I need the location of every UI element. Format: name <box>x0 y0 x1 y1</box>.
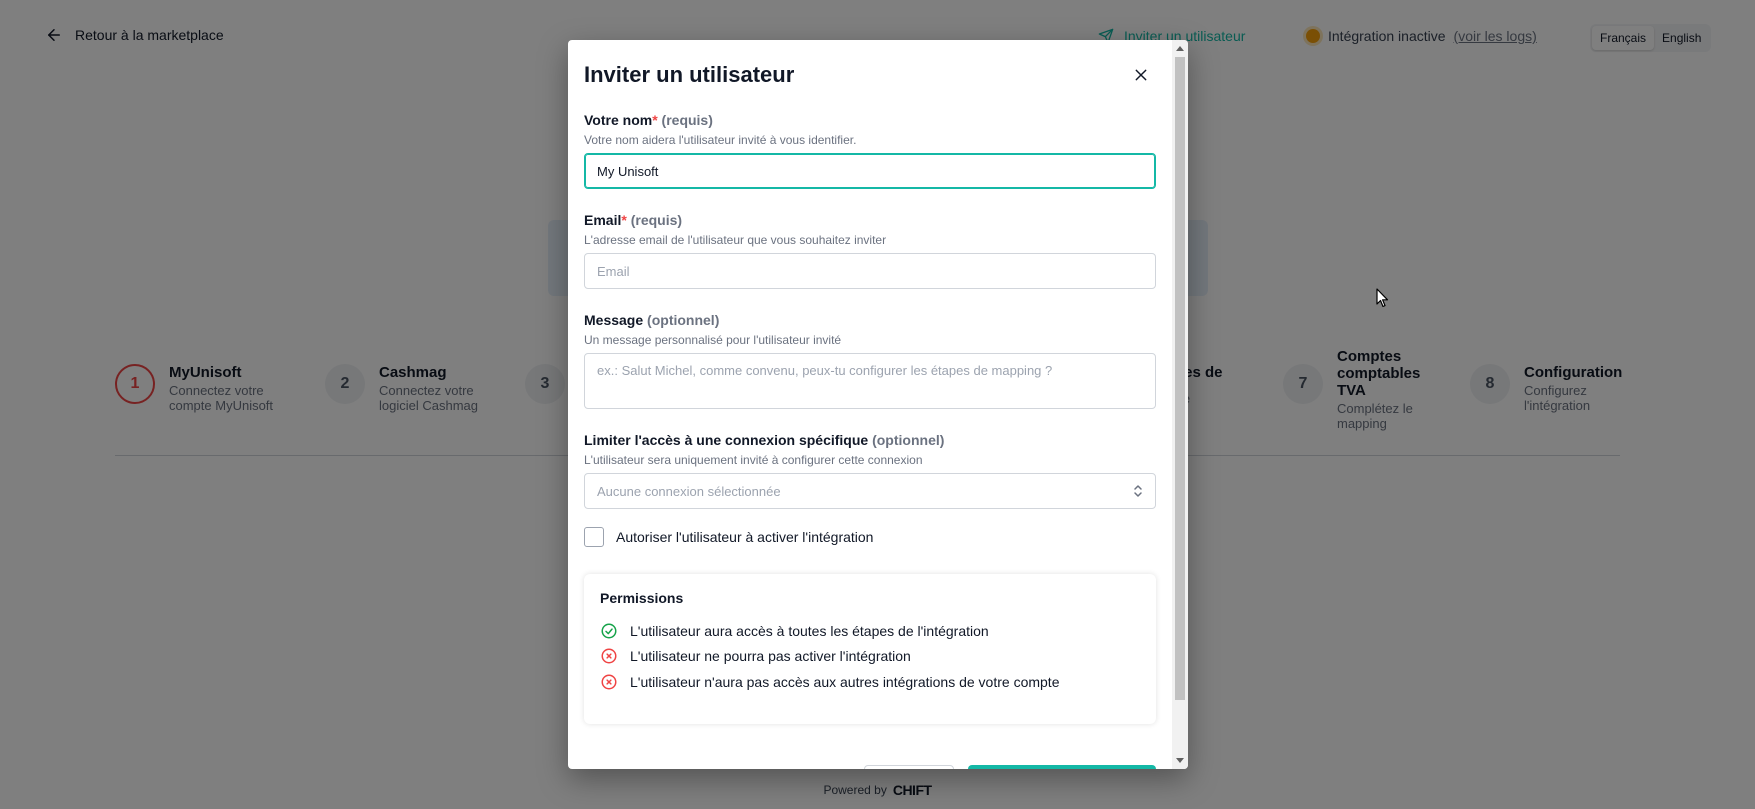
x-circle-icon <box>601 674 617 690</box>
connection-field-help: L'utilisateur sera uniquement invité à c… <box>584 453 923 467</box>
email-field-label: Email* (requis) <box>584 212 1156 228</box>
email-field: Email* (requis) L'adresse email de l'uti… <box>584 212 1156 289</box>
optional-note: (optionnel) <box>872 432 945 448</box>
permissions-card: Permissions L'utilisateur aura accès à t… <box>584 574 1156 724</box>
activate-integration-option: Autoriser l'utilisateur à activer l'inté… <box>584 527 873 547</box>
check-circle-icon <box>601 623 617 639</box>
modal-scrollbar[interactable] <box>1172 40 1188 769</box>
permission-text: L'utilisateur ne pourra pas activer l'in… <box>630 648 911 665</box>
name-field: Votre nom* (requis) Votre nom aidera l'u… <box>584 112 1156 189</box>
permission-text: L'utilisateur n'aura pas accès aux autre… <box>630 673 1060 690</box>
required-note: (requis) <box>630 212 683 228</box>
permission-item: L'utilisateur n'aura pas accès aux autre… <box>600 669 1140 695</box>
x-circle-icon <box>601 648 617 664</box>
connection-field: Limiter l'accès à une connexion spécifiq… <box>584 432 1156 509</box>
close-button[interactable] <box>1130 64 1152 86</box>
permission-text: L'utilisateur aura accès à toutes les ét… <box>630 622 989 639</box>
required-star: * <box>621 212 627 228</box>
mouse-cursor-icon <box>1376 288 1389 308</box>
permission-item: L'utilisateur ne pourra pas activer l'in… <box>600 644 1140 670</box>
connection-select-value: Aucune connexion sélectionnée <box>597 483 781 499</box>
message-field-help: Un message personnalisé pour l'utilisate… <box>584 333 842 347</box>
connection-select[interactable]: Aucune connexion sélectionnée <box>584 473 1156 509</box>
required-note: (requis) <box>661 112 713 128</box>
activate-integration-label[interactable]: Autoriser l'utilisateur à activer l'inté… <box>616 529 873 545</box>
scroll-thumb[interactable] <box>1175 57 1185 700</box>
permissions-title: Permissions <box>600 590 684 606</box>
chevron-up-down-icon <box>1134 485 1142 497</box>
cancel-button[interactable] <box>864 765 954 769</box>
required-star: * <box>652 112 658 128</box>
email-input[interactable] <box>584 253 1156 289</box>
name-field-help: Votre nom aidera l'utilisateur invité à … <box>584 133 857 147</box>
permissions-list: L'utilisateur aura accès à toutes les ét… <box>600 618 1140 695</box>
name-input[interactable] <box>584 153 1156 189</box>
modal-title: Inviter un utilisateur <box>584 62 795 87</box>
message-textarea[interactable] <box>584 353 1156 409</box>
optional-note: (optionnel) <box>647 312 720 328</box>
modal-content: Inviter un utilisateur Votre nom* (requi… <box>568 40 1172 769</box>
message-field-label: Message (optionnel) <box>584 312 1156 328</box>
message-label-text: Message <box>584 312 644 328</box>
connection-field-label: Limiter l'accès à une connexion spécifiq… <box>584 432 1156 448</box>
scroll-down-arrow-icon[interactable] <box>1176 758 1184 763</box>
scroll-up-arrow-icon[interactable] <box>1176 46 1184 51</box>
name-label-text: Votre nom <box>584 112 653 128</box>
send-invitation-button[interactable] <box>968 765 1156 769</box>
activate-integration-checkbox[interactable] <box>584 527 604 547</box>
invite-user-modal: Inviter un utilisateur Votre nom* (requi… <box>568 40 1188 769</box>
connection-label-text: Limiter l'accès à une connexion spécifiq… <box>584 432 869 448</box>
message-field: Message (optionnel) Un message personnal… <box>584 312 1156 414</box>
email-label-text: Email <box>584 212 622 228</box>
close-icon <box>1135 69 1147 81</box>
name-field-label: Votre nom* (requis) <box>584 112 1156 128</box>
permission-item: L'utilisateur aura accès à toutes les ét… <box>600 618 1140 644</box>
email-field-help: L'adresse email de l'utilisateur que vou… <box>584 233 887 247</box>
